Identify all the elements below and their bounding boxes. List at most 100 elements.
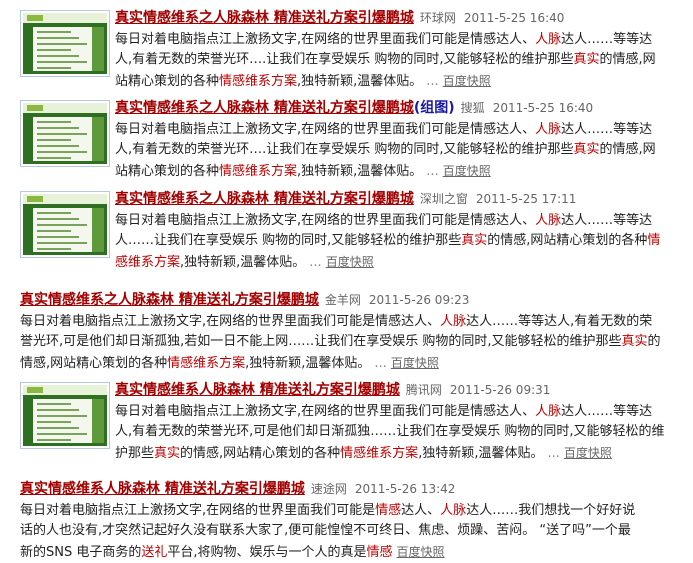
- result-snippet-line: 誉光环,可是他们却日渐孤独,若如一日不能上网……让我们在享受娱乐 购物的同时,又…: [20, 332, 670, 353]
- snippet-text: 达人……等等达: [561, 32, 652, 47]
- result-snippet-line: 人,有着无数的荣誉光环,可是他们却日渐孤独……让我们在享受娱乐 购物的同时,又能…: [115, 422, 675, 443]
- result-body: 真实情感维系之人脉森林 精准送礼方案引爆鹏城深圳之窗2011-5-25 17:1…: [115, 189, 675, 273]
- result-body: 真实情感维系之人脉森林 精准送礼方案引爆鹏城环球网 2011-5-25 16:40…: [115, 8, 675, 92]
- result-header: 真实情感维系之人脉森林 精准送礼方案引爆鹏城环球网 2011-5-25 16:40: [115, 8, 675, 30]
- result-snippet-line: 护那些真实的情感,网站精心策划的各种情感维系方案,独特新颖,温馨体贴。...百度…: [115, 443, 675, 465]
- ellipsis: ...: [309, 255, 321, 270]
- snippet-text: 站精心策划的各种: [115, 74, 219, 89]
- snippet-text: 誉光环,可是他们却日渐孤独,若如一日不能上网……让我们在享受娱乐 购物的同时,又…: [20, 334, 622, 349]
- result-timestamp: 2011-5-26 09:31: [450, 383, 551, 397]
- snippet-highlight: 人脉: [535, 122, 561, 137]
- result-title-link[interactable]: 真实情感维系之人脉森林 精准送礼方案引爆鹏城: [115, 100, 414, 116]
- snippet-highlight: 感维系方案: [115, 255, 180, 270]
- result-snippet-line: 新的SNS 电子商务的送礼平台,将购物、娱乐与一个人的真是情感百度快照: [20, 542, 670, 563]
- result-title-link[interactable]: 真实情感维系人脉森林 精准送礼方案引爆鹏城: [20, 481, 305, 497]
- snippet-highlight: 人脉: [535, 32, 561, 47]
- snippet-text: 的情感,网: [600, 142, 656, 157]
- snippet-highlight: 情感维系方案: [219, 164, 297, 179]
- baidu-cache-link[interactable]: 百度快照: [326, 255, 374, 269]
- snippet-highlight: 情感: [375, 503, 401, 518]
- result-timestamp: 2011-5-25 16:40: [493, 101, 594, 115]
- result-source: 环球网: [420, 11, 456, 25]
- result-header: 真实情感维系之人脉森林 精准送礼方案引爆鹏城深圳之窗2011-5-25 17:1…: [115, 189, 675, 211]
- snippet-highlight: 人脉: [535, 404, 561, 419]
- snippet-text: ,独特新颖,温馨体贴。: [418, 446, 543, 461]
- result-timestamp: 2011-5-26 09:23: [369, 293, 470, 307]
- result-snippet-line: 人,有着无数的荣誉光环….让我们在享受娱乐 购物的同时,又能够轻松的维护那些真实…: [115, 140, 675, 161]
- result-timestamp: 2011-5-25 16:40: [464, 11, 565, 25]
- result-thumbnail[interactable]: [20, 10, 110, 77]
- thumbnail-image: [23, 103, 107, 164]
- result-source: 速途网: [311, 482, 347, 496]
- snippet-text: 平台,将购物、娱乐与一个人的真是: [167, 545, 366, 560]
- snippet-text: 情感,网站精心策划的各种: [20, 356, 167, 371]
- snippet-highlight: 人脉: [440, 314, 466, 329]
- baidu-cache-link[interactable]: 百度快照: [391, 356, 439, 370]
- result-header: 真实情感维系之人脉森林 精准送礼方案引爆鹏城(组图) 搜狐 2011-5-25 16…: [115, 98, 675, 120]
- result-source: 搜狐: [461, 101, 485, 115]
- snippet-highlight: 真实: [574, 52, 600, 67]
- ellipsis: ...: [426, 74, 438, 89]
- snippet-text: 人,有着无数的荣誉光环,可是他们却日渐孤独……让我们在享受娱乐 购物的同时,又能…: [115, 424, 665, 439]
- snippet-text: 每日对着电脑指点江上激扬文字,在网络的世界里面我们可能是情感达人、: [115, 213, 535, 228]
- result-body: 真实情感维系之人脉森林 精准送礼方案引爆鹏城(组图) 搜狐 2011-5-25 16…: [115, 98, 675, 182]
- baidu-cache-link[interactable]: 百度快照: [397, 545, 445, 559]
- snippet-text: 每日对着电脑指点江上激扬文字,在网络的世界里面我们可能是: [20, 503, 375, 518]
- result-source: 深圳之窗: [420, 192, 468, 206]
- result-snippet-line: 每日对着电脑指点江上激扬文字,在网络的世界里面我们可能是情感达人、人脉达人……等…: [115, 211, 675, 232]
- snippet-text: 的情感,网站精心策划的各种: [487, 233, 647, 248]
- snippet-highlight: 情感维系方案: [219, 74, 297, 89]
- result-body: 真实情感维系人脉森林 精准送礼方案引爆鹏城速途网2011-5-26 13:42每…: [20, 479, 670, 563]
- snippet-text: 每日对着电脑指点江上激扬文字,在网络的世界里面我们可能是情感达人、: [115, 32, 535, 47]
- result-snippet-line: 感维系方案,独特新颖,温馨体贴。... 百度快照: [115, 252, 675, 274]
- snippet-text: ,独特新颖,温馨体贴。: [297, 74, 422, 89]
- snippet-text: 达人、: [401, 503, 440, 518]
- result-thumbnail[interactable]: [20, 100, 110, 167]
- result-snippet-line: 每日对着电脑指点江上激扬文字,在网络的世界里面我们可能是情感达人、人脉达人……等…: [115, 120, 675, 141]
- result-snippet-line: 每日对着电脑指点江上激扬文字,在网络的世界里面我们可能是情感达人、人脉达人……等…: [20, 312, 670, 333]
- snippet-text: 达人……等等达人,有着无数的荣: [466, 314, 652, 329]
- result-title-link[interactable]: 真实情感维系人脉森林 精准送礼方案引爆鹏城: [115, 382, 400, 398]
- group-image-link[interactable]: (组图): [414, 100, 455, 116]
- result-snippet-line: 站精心策划的各种情感维系方案,独特新颖,温馨体贴。... 百度快照: [115, 71, 675, 93]
- snippet-highlight: 真实: [154, 446, 180, 461]
- result-title-link[interactable]: 真实情感维系之人脉森林 精准送礼方案引爆鹏城: [115, 10, 414, 26]
- result-source: 腾讯网: [406, 383, 442, 397]
- snippet-text: ,独特新颖,温馨体贴。: [297, 164, 422, 179]
- snippet-highlight: 送礼: [141, 545, 167, 560]
- snippet-text: ,独特新颖,温馨体贴。: [180, 255, 305, 270]
- snippet-text: 护那些: [115, 446, 154, 461]
- result-snippet-line: 话的人也没有,才突然记起好久没有联系大家了,便可能惶惶不可终日、焦虑、烦躁、苦闷…: [20, 521, 670, 542]
- snippet-highlight: 人脉: [535, 213, 561, 228]
- baidu-cache-link[interactable]: 百度快照: [443, 164, 491, 178]
- ellipsis: ...: [426, 164, 438, 179]
- snippet-highlight: 真实: [622, 334, 648, 349]
- snippet-highlight: 真实: [574, 142, 600, 157]
- snippet-text: 人,有着无数的荣誉光环….让我们在享受娱乐 购物的同时,又能够轻松的维护那些: [115, 142, 574, 157]
- result-snippet-line: 每日对着电脑指点江上激扬文字,在网络的世界里面我们可能是情感达人、人脉达人……我…: [20, 501, 670, 522]
- thumbnail-image: [23, 13, 107, 74]
- snippet-text: 达人……我们想找一个好好说: [466, 503, 635, 518]
- snippet-highlight: 情感维系方案: [167, 356, 245, 371]
- result-snippet-line: 站精心策划的各种情感维系方案,独特新颖,温馨体贴。...百度快照: [115, 161, 675, 183]
- result-snippet-line: 每日对着电脑指点江上激扬文字,在网络的世界里面我们可能是情感达人、人脉达人……等…: [115, 402, 675, 423]
- ellipsis: ...: [547, 446, 559, 461]
- result-header: 真实情感维系人脉森林 精准送礼方案引爆鹏城速途网2011-5-26 13:42: [20, 479, 670, 501]
- result-body: 真实情感维系人脉森林 精准送礼方案引爆鹏城腾讯网 2011-5-26 09:31 每…: [115, 380, 675, 464]
- result-thumbnail[interactable]: [20, 382, 110, 449]
- result-header: 真实情感维系之人脉森林 精准送礼方案引爆鹏城金羊网2011-5-26 09:23: [20, 290, 670, 312]
- snippet-text: 话的人也没有,才突然记起好久没有联系大家了,便可能惶惶不可终日、焦虑、烦躁、苦闷…: [20, 523, 631, 538]
- snippet-text: 人,有着无数的荣誉光环….让我们在享受娱乐 购物的同时,又能够轻松的维护那些: [115, 52, 574, 67]
- baidu-cache-link[interactable]: 百度快照: [564, 446, 612, 460]
- snippet-text: 的情感,网站精心策划的各种: [180, 446, 340, 461]
- result-body: 真实情感维系之人脉森林 精准送礼方案引爆鹏城金羊网2011-5-26 09:23…: [20, 290, 670, 374]
- baidu-cache-link[interactable]: 百度快照: [443, 74, 491, 88]
- result-title-link[interactable]: 真实情感维系之人脉森林 精准送礼方案引爆鹏城: [20, 292, 319, 308]
- result-title-link[interactable]: 真实情感维系之人脉森林 精准送礼方案引爆鹏城: [115, 191, 414, 207]
- result-thumbnail[interactable]: [20, 191, 110, 258]
- snippet-text: 每日对着电脑指点江上激扬文字,在网络的世界里面我们可能是情感达人、: [115, 122, 535, 137]
- thumbnail-image: [23, 385, 107, 446]
- snippet-text: 的情感,网: [600, 52, 656, 67]
- result-snippet-line: 每日对着电脑指点江上激扬文字,在网络的世界里面我们可能是情感达人、人脉达人……等…: [115, 30, 675, 51]
- ellipsis: ...: [374, 356, 386, 371]
